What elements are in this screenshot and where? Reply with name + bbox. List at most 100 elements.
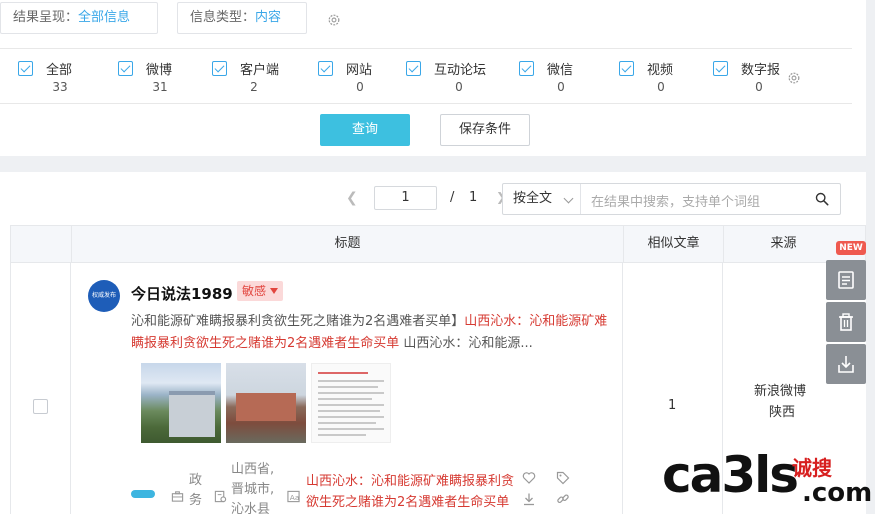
checkbox-icon[interactable] <box>18 61 33 76</box>
source-option-website[interactable]: 网站 0 <box>318 58 418 98</box>
doc-line <box>318 410 380 412</box>
source-count: 0 <box>356 80 364 94</box>
column-divider <box>70 263 71 514</box>
search-icon[interactable] <box>815 192 829 206</box>
source-option-video[interactable]: 视频 0 <box>619 58 719 98</box>
checkbox-icon[interactable] <box>619 61 634 76</box>
watermark-latin: ca3ls <box>662 446 799 504</box>
doc-line <box>318 434 366 436</box>
delete-button[interactable] <box>826 302 866 342</box>
doc-line <box>318 380 384 382</box>
gear-icon[interactable] <box>327 13 341 27</box>
chevron-left-icon[interactable]: ❮ <box>346 190 358 206</box>
result-display-filter[interactable]: 结果呈现：全部信息 <box>0 2 158 34</box>
source-option-forum[interactable]: 互动论坛 0 <box>406 58 506 98</box>
article-summary[interactable]: 沁和能源矿难瞒报暴利贪欲生死之赌谁为2名遇难者买单】山西沁水：沁和能源矿难瞒报暴… <box>131 311 611 355</box>
chevron-down-icon <box>563 193 574 204</box>
watermark-com: .com <box>802 478 873 508</box>
summary-text: 沁和能源矿难瞒报暴利贪欲生死之赌谁为2名遇难者买单】 <box>131 314 465 329</box>
source-option-client[interactable]: 客户端 2 <box>212 58 312 98</box>
source-option-all[interactable]: 全部 33 <box>18 58 118 98</box>
author-name[interactable]: 今日说法1989 <box>131 283 233 304</box>
result-search: 按全文 在结果中搜索，支持单个词组 <box>502 183 841 215</box>
result-display-label: 结果呈现： <box>13 10 79 25</box>
article-image[interactable] <box>311 363 391 443</box>
checkbox-icon[interactable] <box>713 61 728 76</box>
briefcase-icon <box>171 491 184 502</box>
info-type-filter[interactable]: 信息类型：内容 <box>177 2 307 34</box>
source-label: 视频 <box>647 63 674 78</box>
heart-icon[interactable] <box>522 471 536 485</box>
header-similar[interactable]: 相似文章 <box>623 226 723 262</box>
keyword-icon: Aa <box>287 490 300 503</box>
page-separator: / <box>450 190 455 205</box>
query-button[interactable]: 查询 <box>320 114 410 146</box>
result-display-value: 全部信息 <box>78 10 131 25</box>
divider <box>0 103 852 104</box>
watermark-logo: ca3ls 诚搜 .com <box>662 446 875 514</box>
source-label: 网站 <box>346 63 373 78</box>
location-text: 山西省,晋城市,沁水县 <box>231 462 275 514</box>
column-divider <box>622 263 623 514</box>
source-region: 陕西 <box>769 405 796 420</box>
caret-down-icon <box>270 288 279 294</box>
new-badge: NEW <box>836 241 866 255</box>
source-label: 微信 <box>547 63 574 78</box>
page-number-input[interactable]: 1 <box>374 186 437 210</box>
report-icon <box>838 271 854 289</box>
export-button[interactable] <box>826 344 866 384</box>
header-source[interactable]: 来源 <box>723 226 843 262</box>
header-title[interactable]: 标题 <box>71 226 623 262</box>
checkbox-icon[interactable] <box>406 61 421 76</box>
doc-line <box>318 372 368 374</box>
source-option-wechat[interactable]: 微信 0 <box>519 58 619 98</box>
article-image[interactable] <box>226 363 306 443</box>
doc-line <box>318 404 384 406</box>
source-label: 客户端 <box>240 63 280 78</box>
sensitivity-tag[interactable]: 敏感 <box>237 281 284 301</box>
link-icon[interactable] <box>556 492 570 506</box>
download-icon[interactable] <box>522 492 536 506</box>
search-mode-select[interactable]: 按全文 <box>503 184 581 214</box>
source-count: 0 <box>755 80 763 94</box>
location-icon <box>214 490 227 503</box>
keyword-text[interactable]: 山西沁水：沁和能源矿难瞒报暴利贪欲生死之赌谁为2名遇难者生命买单 <box>306 471 516 514</box>
similar-count[interactable]: 1 <box>668 398 676 413</box>
row-checkbox[interactable] <box>33 399 48 414</box>
info-type-label: 信息类型： <box>190 10 256 25</box>
source-count: 0 <box>557 80 565 94</box>
doc-line <box>318 416 384 418</box>
tag-icon[interactable] <box>556 471 570 485</box>
checkbox-icon[interactable] <box>519 61 534 76</box>
gear-icon[interactable] <box>787 71 801 85</box>
source-count: 31 <box>152 80 168 94</box>
checkbox-icon[interactable] <box>318 61 333 76</box>
summary-tail: 山西沁水：沁和能源... <box>399 336 533 351</box>
checkbox-icon[interactable] <box>118 61 133 76</box>
article-image[interactable] <box>141 363 221 443</box>
doc-line <box>318 386 378 388</box>
source-label: 全部 <box>46 63 73 78</box>
status-chip <box>131 490 155 498</box>
source-label: 数字报 <box>741 63 781 78</box>
source-name: 新浪微博 <box>754 384 807 399</box>
trash-icon <box>839 313 853 331</box>
info-type-value: 内容 <box>255 10 282 25</box>
checkbox-icon[interactable] <box>212 61 227 76</box>
search-input[interactable]: 在结果中搜索，支持单个词组 <box>591 191 760 210</box>
source-label: 微博 <box>146 63 173 78</box>
source-option-weibo[interactable]: 微博 31 <box>118 58 218 98</box>
watermark-cn: 诚搜 <box>792 456 832 480</box>
report-button[interactable] <box>826 260 866 300</box>
sensitivity-label: 敏感 <box>242 284 267 298</box>
header-select-cell <box>11 226 71 262</box>
source-count: 0 <box>657 80 665 94</box>
svg-text:Aa: Aa <box>290 493 300 502</box>
doc-line <box>318 398 372 400</box>
divider <box>0 48 852 49</box>
avatar[interactable]: 权威发布 <box>88 280 120 312</box>
doc-line <box>318 392 384 394</box>
page-total: 1 <box>469 190 478 205</box>
save-conditions-button[interactable]: 保存条件 <box>440 114 530 146</box>
filter-panel: 结果呈现：全部信息 信息类型：内容 全部 33 微博 31 客户端 2 网站 0… <box>0 0 866 156</box>
